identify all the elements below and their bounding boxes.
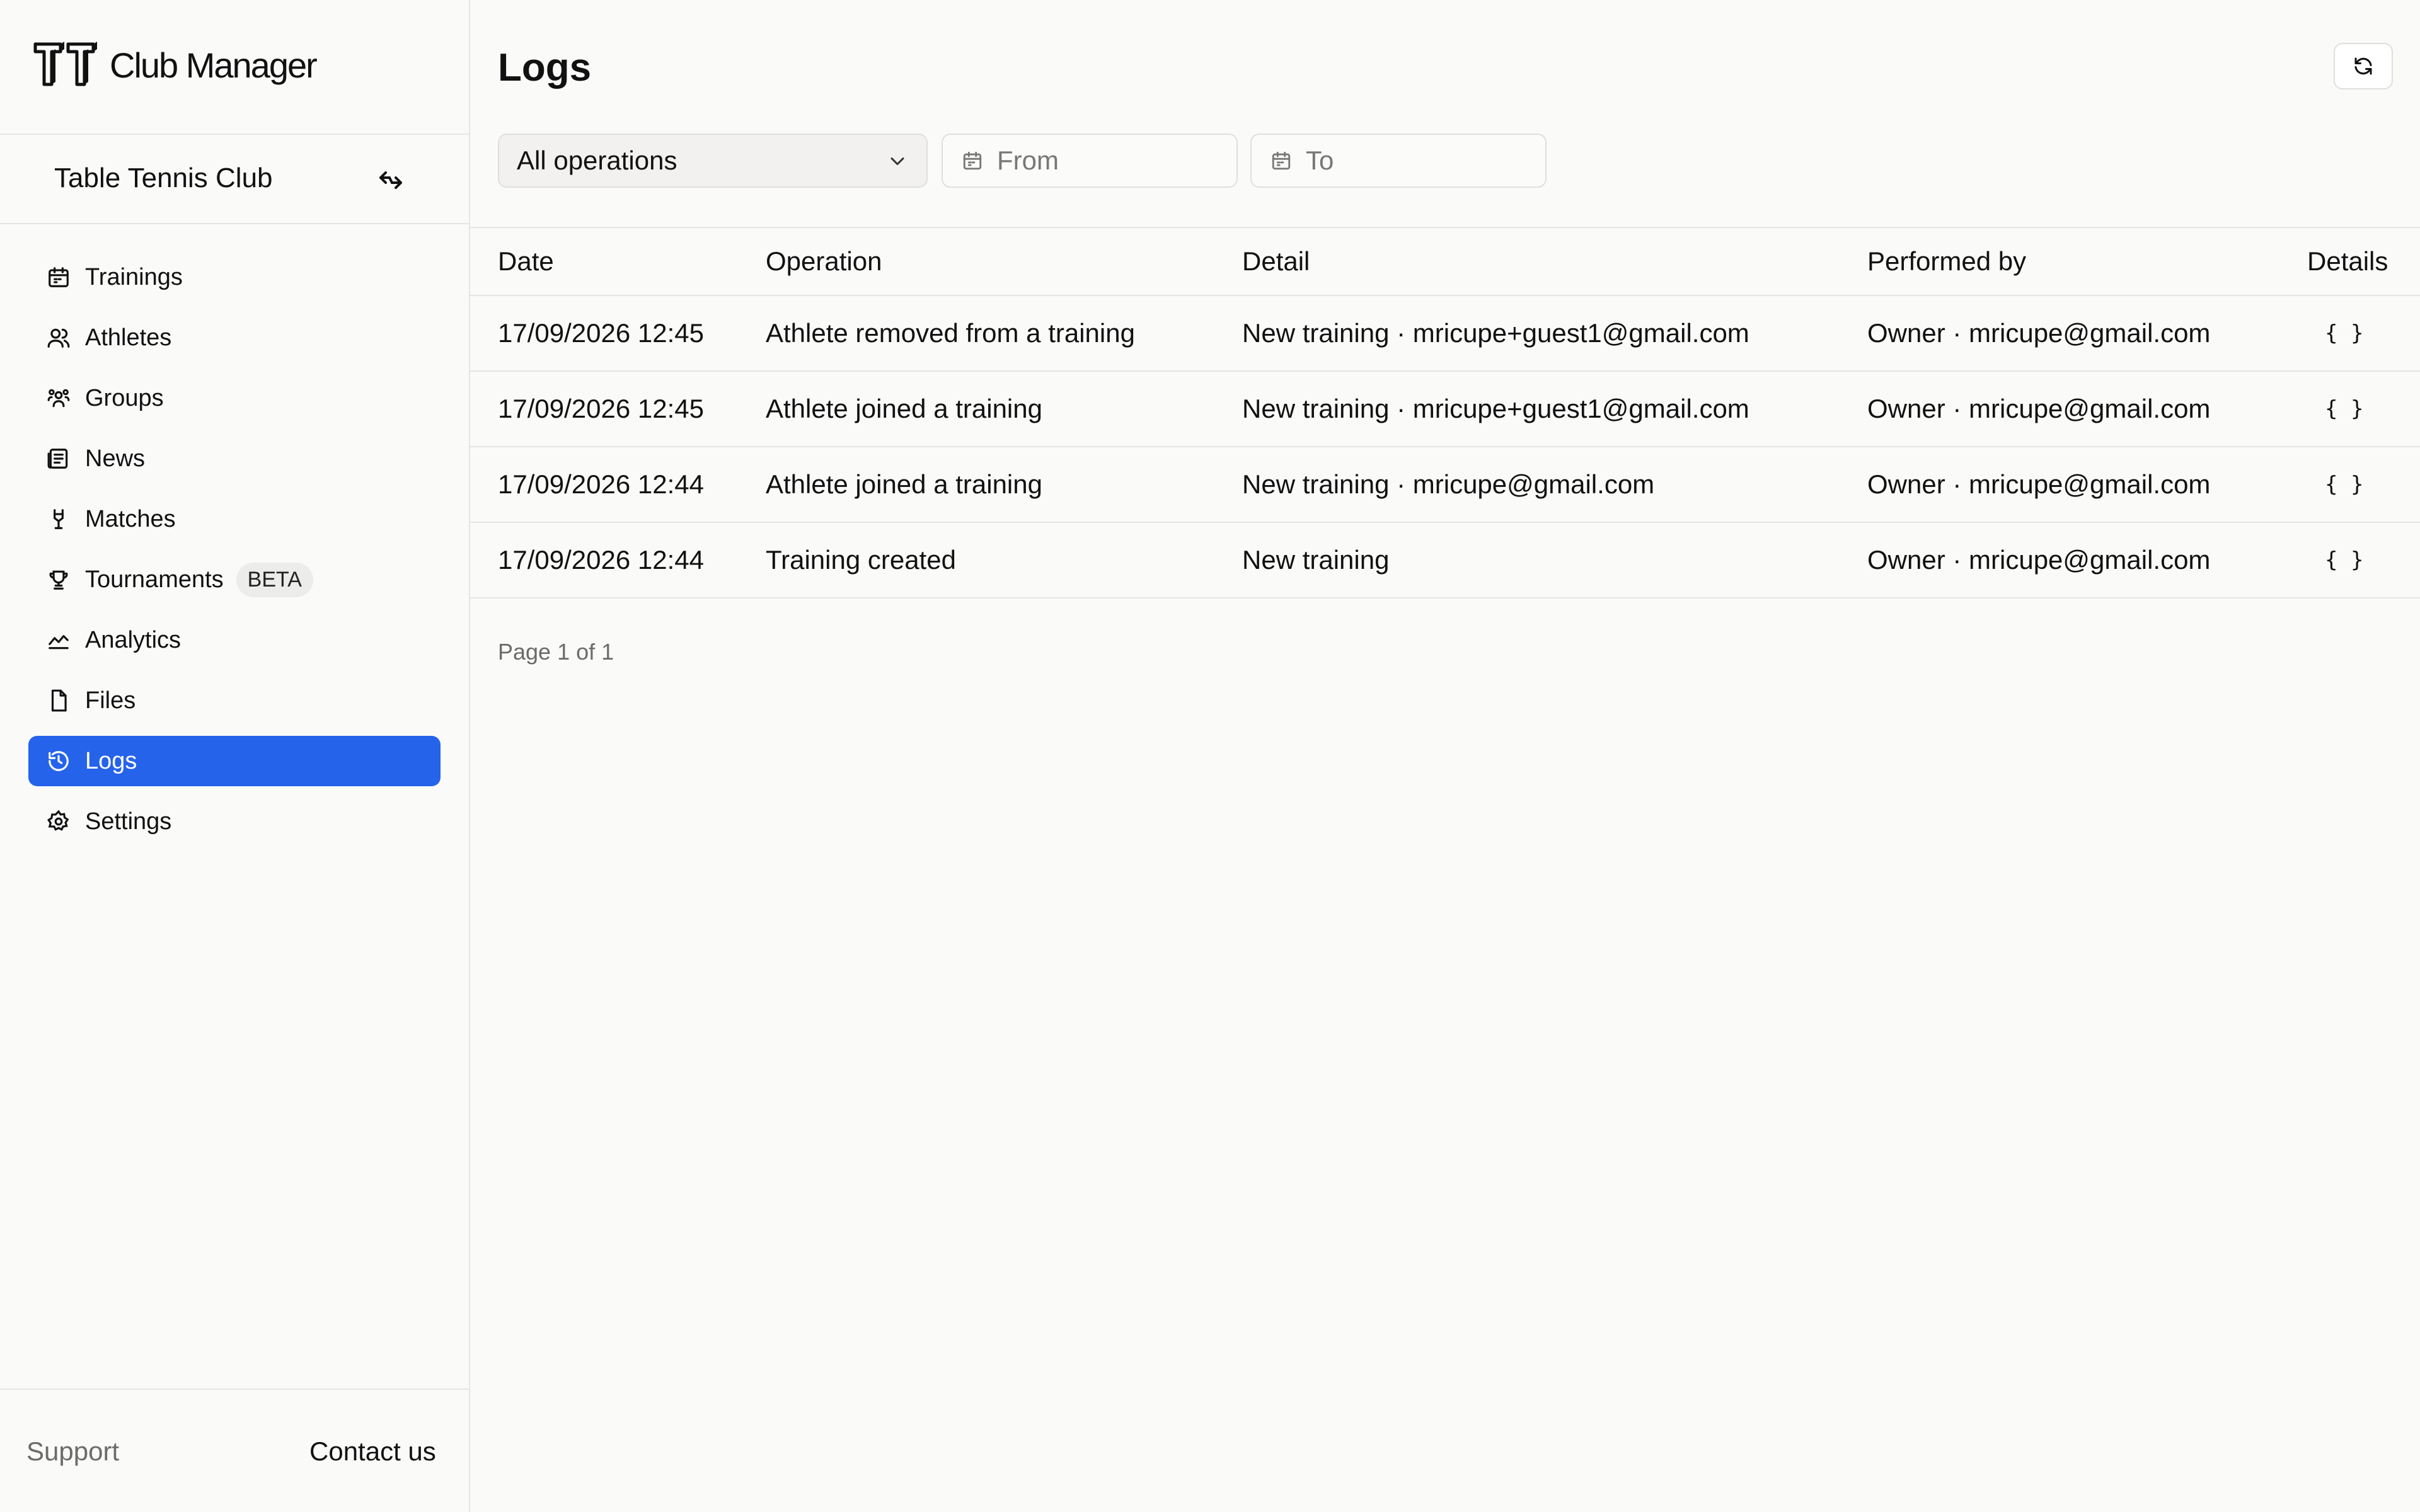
- table-row: 17/09/2026 12:45 Athlete joined a traini…: [470, 372, 2420, 447]
- sidebar-item-label: Logs: [85, 747, 137, 774]
- date-to-input[interactable]: To: [1250, 134, 1547, 188]
- sidebar-item-label: Groups: [85, 384, 164, 411]
- sidebar-item-athletes[interactable]: Athletes: [28, 312, 441, 363]
- chevron-down-icon: [890, 158, 904, 165]
- table-row: 17/09/2026 12:44 Athlete joined a traini…: [470, 447, 2420, 523]
- view-details-button[interactable]: { }: [2325, 547, 2363, 573]
- sidebar: Club Manager Table Tennis Club Trainings…: [0, 0, 470, 1512]
- date-from-placeholder: From: [997, 146, 1059, 175]
- column-header-date: Date: [498, 246, 554, 276]
- history-icon: [46, 748, 71, 774]
- support-label: Support: [26, 1436, 120, 1466]
- refresh-button[interactable]: [2334, 43, 2393, 89]
- sidebar-item-label: Settings: [85, 808, 172, 835]
- sidebar-item-settings[interactable]: Settings: [28, 796, 441, 847]
- trophy-icon: [46, 567, 71, 592]
- cell-operation: Training created: [766, 545, 956, 575]
- cell-detail: New training: [1242, 545, 1390, 575]
- date-from-input[interactable]: From: [942, 134, 1238, 188]
- column-header-operation: Operation: [766, 246, 882, 276]
- sidebar-item-label: Files: [85, 687, 136, 714]
- date-to-placeholder: To: [1306, 146, 1334, 175]
- pagination-info: Page 1 of 1: [498, 639, 614, 665]
- beta-badge: BETA: [236, 562, 313, 597]
- cell-date: 17/09/2026 12:45: [498, 394, 704, 423]
- sidebar-item-label: Analytics: [85, 626, 182, 653]
- cell-operation: Athlete joined a training: [766, 469, 1042, 499]
- file-icon: [46, 688, 71, 713]
- calendar-icon: [46, 265, 71, 290]
- page-title: Logs: [498, 46, 592, 89]
- operation-filter-value: All operations: [517, 146, 677, 175]
- sidebar-item-trainings[interactable]: Trainings: [28, 252, 441, 302]
- cell-detail: New training · mricupe@gmail.com: [1242, 469, 1655, 499]
- operation-filter-select[interactable]: All operations: [498, 134, 928, 188]
- cell-date: 17/09/2026 12:45: [498, 318, 704, 348]
- sidebar-item-matches[interactable]: Matches: [28, 494, 441, 544]
- cell-performed-by: Owner · mricupe@gmail.com: [1867, 394, 2211, 423]
- cell-operation: Athlete joined a training: [766, 394, 1042, 423]
- view-details-button[interactable]: { }: [2325, 472, 2363, 497]
- column-header-detail: Detail: [1242, 246, 1310, 276]
- column-header-performed-by: Performed by: [1867, 246, 2027, 276]
- cell-performed-by: Owner · mricupe@gmail.com: [1867, 545, 2211, 575]
- sidebar-item-label: Tournaments: [85, 566, 224, 593]
- sidebar-nav: Trainings Athletes Groups News Matches T…: [28, 252, 441, 857]
- tt-logo-icon: [33, 42, 97, 86]
- cell-detail: New training · mricupe+guest1@gmail.com: [1242, 318, 1749, 348]
- view-details-button[interactable]: { }: [2325, 396, 2363, 421]
- divider: [0, 134, 469, 135]
- table-row: 17/09/2026 12:44 Training created New tr…: [470, 523, 2420, 598]
- divider: [0, 1389, 469, 1390]
- sidebar-item-label: News: [85, 445, 146, 472]
- cell-date: 17/09/2026 12:44: [498, 545, 704, 575]
- table-header: Date Operation Detail Performed by Detai…: [470, 227, 2420, 296]
- main-content: Logs All operations From To Date Operati…: [470, 0, 2420, 1512]
- sidebar-item-files[interactable]: Files: [28, 675, 441, 726]
- view-details-button[interactable]: { }: [2325, 321, 2363, 346]
- cell-operation: Athlete removed from a training: [766, 318, 1135, 348]
- calendar-icon: [1272, 151, 1291, 170]
- logs-table: Date Operation Detail Performed by Detai…: [470, 227, 2420, 598]
- sidebar-item-analytics[interactable]: Analytics: [28, 615, 441, 665]
- newspaper-icon: [46, 446, 71, 471]
- sidebar-item-label: Trainings: [85, 263, 183, 290]
- group-icon: [46, 386, 71, 411]
- chart-line-icon: [46, 627, 71, 653]
- column-header-details: Details: [2307, 246, 2388, 276]
- table-row: 17/09/2026 12:45 Athlete removed from a …: [470, 296, 2420, 372]
- club-name: Table Tennis Club: [54, 163, 273, 193]
- gear-icon: [46, 809, 71, 834]
- sidebar-item-label: Matches: [85, 505, 176, 532]
- sidebar-item-news[interactable]: News: [28, 433, 441, 484]
- cell-performed-by: Owner · mricupe@gmail.com: [1867, 469, 2211, 499]
- switch-arrows-icon: [379, 171, 402, 189]
- app-logo[interactable]: Club Manager: [32, 40, 318, 88]
- sidebar-item-tournaments[interactable]: Tournaments BETA: [28, 554, 441, 605]
- sidebar-item-logs[interactable]: Logs: [28, 736, 441, 786]
- refresh-icon: [2354, 57, 2372, 75]
- cell-date: 17/09/2026 12:44: [498, 469, 704, 499]
- contact-us-link[interactable]: Contact us: [309, 1436, 436, 1467]
- cell-detail: New training · mricupe+guest1@gmail.com: [1242, 394, 1749, 423]
- cell-performed-by: Owner · mricupe@gmail.com: [1867, 318, 2211, 348]
- sidebar-item-groups[interactable]: Groups: [28, 373, 441, 423]
- sidebar-item-label: Athletes: [85, 324, 172, 351]
- divider: [0, 223, 469, 224]
- users-icon: [46, 325, 71, 350]
- app-name: Club Manager: [110, 45, 318, 85]
- calendar-icon: [963, 151, 982, 170]
- switch-club-button[interactable]: [376, 165, 406, 195]
- swords-icon: [46, 507, 71, 532]
